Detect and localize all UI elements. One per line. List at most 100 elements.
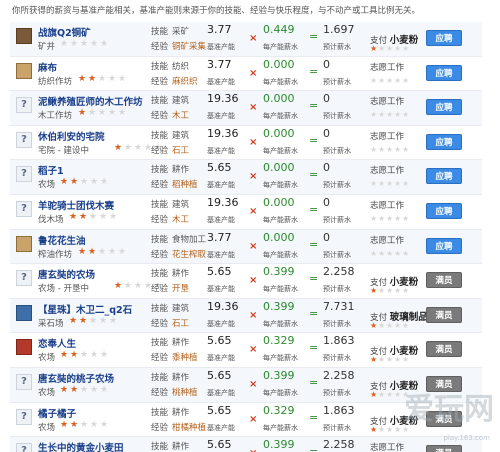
star-filled-icon: ★ (60, 384, 69, 395)
star-empty-icon: ★ (118, 246, 127, 257)
base-capacity-value: 5.65 (207, 334, 232, 348)
star-empty-icon: ★ (80, 419, 89, 430)
job-row: ?生长中的黄金小麦田★★★★★技能耕作经验5.65基准产能×0.399每产能薪水… (10, 437, 482, 452)
apply-button[interactable]: 应聘 (426, 237, 462, 254)
job-name[interactable]: 唐玄奘的农场 (38, 267, 95, 281)
apply-button[interactable]: 应聘 (426, 30, 462, 46)
rate-label: 每产能薪水 (263, 319, 298, 328)
skill-label: 技能 (151, 165, 169, 176)
apply-button[interactable]: 应聘 (426, 64, 462, 81)
job-name[interactable]: 唐玄奘的桃子农场 (38, 371, 114, 385)
total-pay-label: 预计薪水 (323, 250, 351, 259)
base-capacity-value: 19.36 (207, 126, 239, 140)
equals-icon: = (309, 445, 319, 452)
total-pay-label: 预计薪水 (323, 388, 351, 397)
base-capacity-label: 基准产能 (207, 319, 235, 328)
star-empty-icon: ★ (70, 39, 79, 49)
job-name[interactable]: 橘子橘子 (38, 406, 76, 420)
star-empty-icon: ★ (60, 39, 69, 49)
job-name[interactable]: 稻子1 (38, 163, 64, 177)
job-place: 宅院 - 建设中 (38, 145, 89, 156)
star-empty-icon: ★ (386, 320, 394, 330)
star-empty-icon: ★ (394, 213, 402, 223)
skill-value: 建筑 (172, 96, 190, 107)
equals-icon: = (309, 202, 319, 216)
job-name[interactable]: 生长中的黄金小麦田 (38, 440, 124, 452)
star-filled-icon: ★ (70, 177, 79, 188)
apply-button[interactable]: 应聘 (426, 133, 462, 150)
full-button: 满员 (426, 272, 462, 289)
star-empty-icon: ★ (378, 355, 386, 365)
star-empty-icon: ★ (99, 211, 108, 222)
exp-label: 经验 (151, 249, 169, 260)
skill-label: 技能 (151, 27, 169, 37)
skill-value: 耕作 (172, 372, 190, 383)
skill-label: 技能 (151, 234, 169, 245)
job-row: ? 唐玄奘的农场 农场 - 开垦中 ★ ★ ★ ★ ★ 技能 耕作 经验 开垦 5.65 基准产能 × 0.3… (10, 264, 482, 299)
star-empty-icon: ★ (402, 320, 410, 330)
base-capacity-label: 基准产能 (207, 215, 235, 224)
job-name[interactable]: 战旗Q2铜矿 (38, 25, 91, 39)
job-rating: ★ ★ ★ ★ ★ (60, 178, 109, 188)
skill-value: 耕作 (172, 269, 190, 280)
job-place: 采石场 (38, 318, 64, 329)
total-pay-value: 2.258 (323, 368, 355, 382)
payer-rating: ★ ★ ★ ★ ★ (370, 356, 410, 365)
star-empty-icon: ★ (378, 110, 386, 120)
base-capacity-label: 基准产能 (207, 250, 235, 259)
skill-label: 技能 (151, 407, 169, 418)
star-filled-icon: ★ (370, 355, 378, 365)
job-name[interactable]: 休伯利安的宅院 (38, 129, 105, 143)
question-icon: ? (16, 270, 32, 287)
star-empty-icon: ★ (394, 110, 402, 120)
job-name[interactable]: 羊驼骑士团伐木赛 (38, 198, 114, 212)
base-capacity-value: 19.36 (207, 299, 239, 313)
job-name[interactable]: 麻布 (38, 60, 57, 74)
equals-icon: = (309, 341, 319, 355)
payer-rating: ★ ★ ★ ★ ★ (370, 213, 410, 224)
payer-rating: ★ ★ ★ ★ ★ (370, 180, 410, 189)
star-empty-icon: ★ (394, 179, 402, 189)
multiply-icon: × (249, 448, 257, 452)
equals-icon: = (309, 272, 319, 286)
star-empty-icon: ★ (109, 211, 118, 222)
volunteer-label: 志愿工作 (370, 131, 405, 142)
job-name[interactable]: 【星珠】木卫二_q2石 (38, 302, 132, 316)
base-capacity-label: 基准产能 (207, 112, 235, 121)
job-name[interactable]: 鲁花花生油 (38, 233, 86, 247)
multiply-icon: × (249, 33, 258, 44)
job-place: 纺织作坊 (38, 76, 73, 87)
star-empty-icon: ★ (80, 39, 89, 49)
apply-button[interactable]: 应聘 (426, 202, 462, 219)
job-row: ? 休伯利安的宅院 宅院 - 建设中 ★ ★ ★ ★ ★ 技能 建筑 经验 石工 19.36 基准产能 × 0… (10, 126, 482, 161)
exp-value: 黍种植 (172, 353, 198, 364)
star-empty-icon: ★ (80, 384, 89, 395)
star-empty-icon: ★ (108, 108, 117, 119)
rate-value: 0.329 (263, 334, 295, 348)
star-empty-icon: ★ (90, 177, 99, 188)
job-name[interactable]: 恋奉人生 (38, 336, 76, 350)
rate-label: 每产能薪水 (263, 146, 298, 155)
job-rating: ★ ★ ★ ★ ★ (78, 73, 127, 85)
job-rating: ★ ★ ★ ★ ★ (60, 419, 109, 431)
skill-label: 技能 (151, 442, 169, 452)
job-name[interactable]: 泥鳅养殖匠师的木工作坊 (38, 94, 143, 108)
equals-icon: = (309, 306, 319, 320)
star-empty-icon: ★ (394, 75, 402, 85)
star-filled-icon: ★ (88, 73, 97, 84)
apply-button[interactable]: 应聘 (426, 168, 462, 185)
skill-value: 采矿 (172, 27, 190, 37)
job-place: 木工作坊 (38, 111, 73, 122)
star-filled-icon: ★ (69, 315, 78, 326)
total-pay-value: 2.258 (323, 265, 355, 279)
star-empty-icon: ★ (99, 315, 108, 326)
apply-button[interactable]: 应聘 (426, 99, 462, 116)
base-capacity-value: 5.65 (207, 161, 232, 175)
base-capacity-value: 5.65 (207, 265, 232, 279)
base-capacity-value: 19.36 (207, 195, 239, 209)
rate-value: 0.399 (263, 368, 295, 382)
star-empty-icon: ★ (378, 248, 386, 258)
star-filled-icon: ★ (70, 384, 79, 395)
equals-icon: = (309, 133, 319, 147)
total-pay-value: 1.863 (323, 403, 355, 417)
